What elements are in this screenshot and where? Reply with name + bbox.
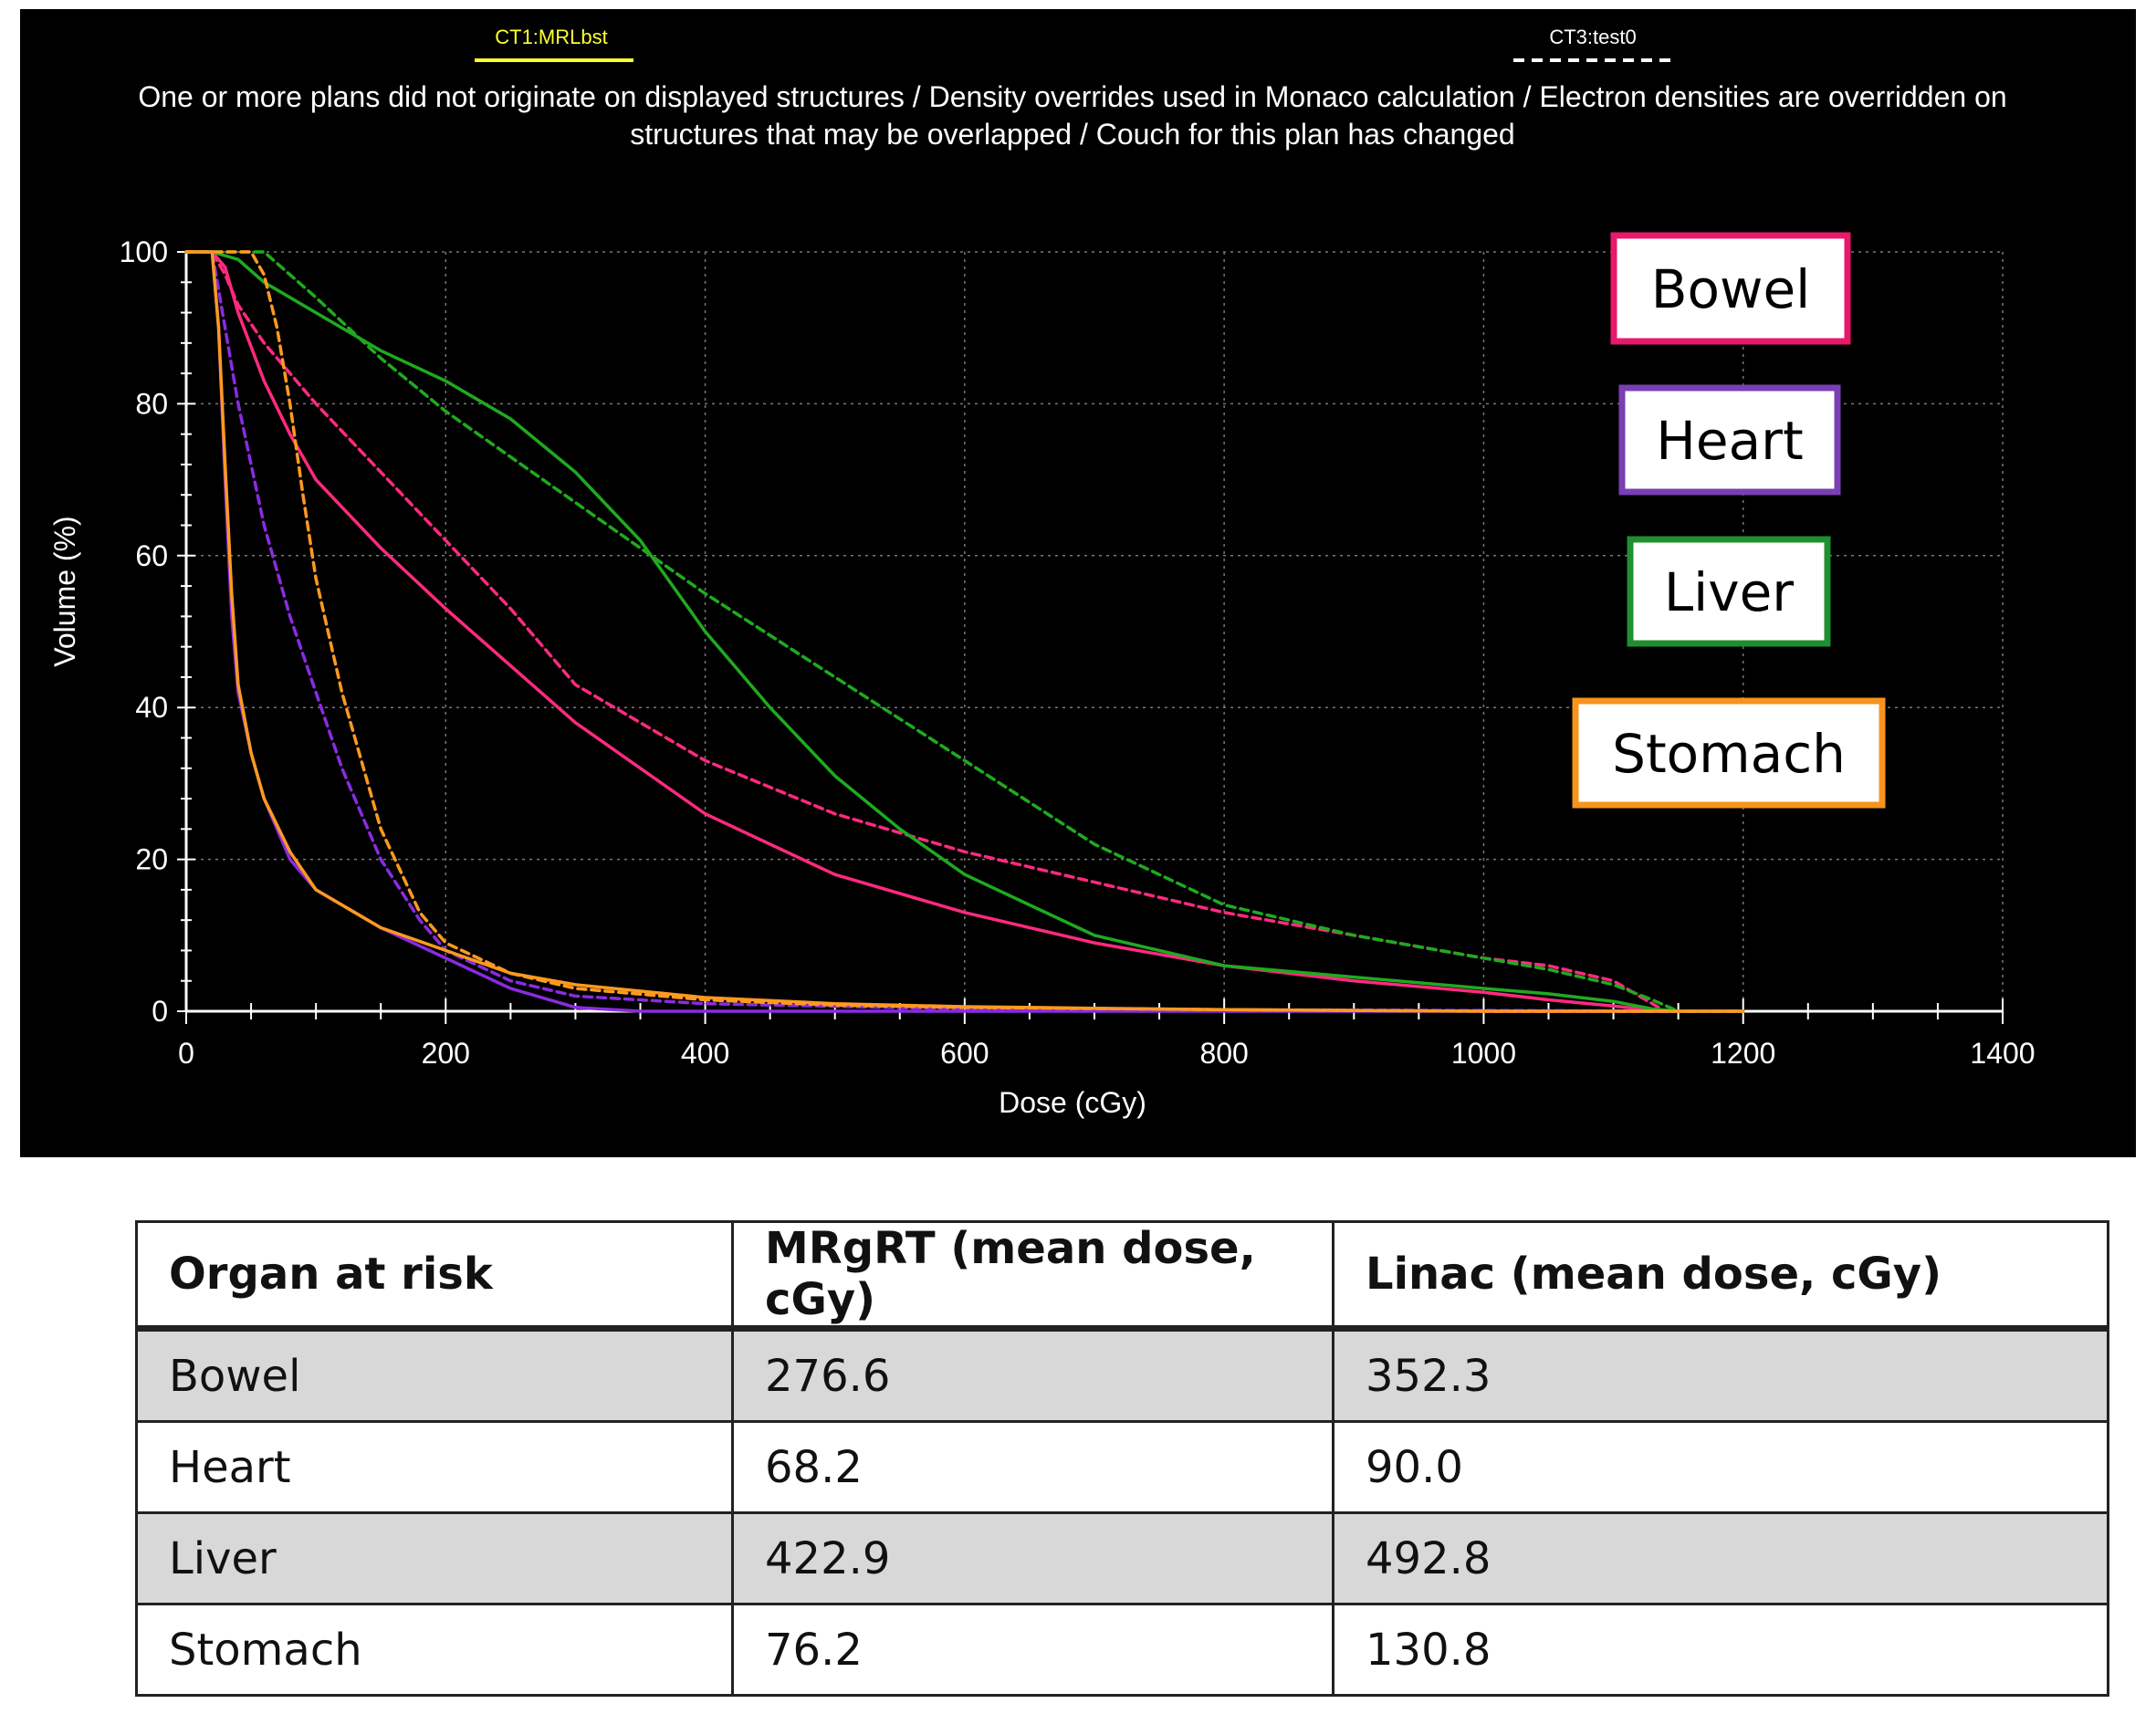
x-tick-labels: 0 200 400 600 800 1000 1200 1400 <box>178 1037 2035 1070</box>
legend-label-stomach: Stomach <box>1612 723 1846 785</box>
y-tick-label: 100 <box>120 235 168 268</box>
x-axis-title: Dose (cGy) <box>999 1086 1146 1119</box>
table-row: Bowel 276.6 352.3 <box>135 1327 2109 1423</box>
x-tick-label: 1000 <box>1451 1037 1516 1070</box>
mean-dose-table: Organ at risk MRgRT (mean dose, cGy) Lin… <box>135 1220 2109 1697</box>
mrgrt-cell: 422.9 <box>731 1511 1334 1605</box>
warning-line-2: structures that may be overlapped / Couc… <box>630 118 1514 151</box>
table-header-row: Organ at risk MRgRT (mean dose, cGy) Lin… <box>135 1220 2109 1332</box>
linac-cell: 130.8 <box>1332 1603 2109 1697</box>
organ-cell: Liver <box>135 1511 734 1605</box>
mrgrt-cell: 276.6 <box>731 1327 1334 1423</box>
table-row: Stomach 76.2 130.8 <box>135 1603 2109 1697</box>
plan-tag-ct3[interactable]: CT3:test0 <box>1549 26 1636 48</box>
legend-label-liver: Liver <box>1664 561 1794 623</box>
warning-line-1: One or more plans did not originate on d… <box>138 80 2006 113</box>
x-tick-label: 0 <box>178 1037 194 1070</box>
legend-label-heart: Heart <box>1656 410 1803 472</box>
x-tick-label: 600 <box>940 1037 989 1070</box>
mrgrt-cell: 68.2 <box>731 1420 1334 1514</box>
table-row: Heart 68.2 90.0 <box>135 1420 2109 1514</box>
y-tick-labels: 0 20 40 60 80 100 <box>120 235 168 1028</box>
organ-cell: Stomach <box>135 1603 734 1697</box>
y-tick-label: 80 <box>135 387 168 420</box>
table-row: Liver 422.9 492.8 <box>135 1511 2109 1605</box>
y-axis-title: Volume (%) <box>48 516 81 666</box>
x-tick-label: 800 <box>1199 1037 1248 1070</box>
linac-cell: 352.3 <box>1332 1327 2109 1423</box>
linac-cell: 492.8 <box>1332 1511 2109 1605</box>
y-tick-label: 40 <box>135 691 168 724</box>
linac-cell: 90.0 <box>1332 1420 2109 1514</box>
y-tick-label: 20 <box>135 843 168 876</box>
x-tick-label: 1200 <box>1711 1037 1775 1070</box>
x-tick-label: 200 <box>422 1037 470 1070</box>
x-tick-label: 1400 <box>1970 1037 2035 1070</box>
x-tick-label: 400 <box>681 1037 729 1070</box>
legend: Bowel Heart Liver Stomach <box>1572 232 1886 809</box>
dvh-chart: CT1:MRLbst CT3:test0 One or more plans d… <box>48 26 2036 1119</box>
organ-cell: Heart <box>135 1420 734 1514</box>
y-tick-label: 60 <box>135 539 168 572</box>
y-tick-label: 0 <box>152 995 168 1028</box>
organ-cell: Bowel <box>135 1327 734 1423</box>
header-linac: Linac (mean dose, cGy) <box>1332 1220 2109 1332</box>
dvh-chart-panel: CT1:MRLbst CT3:test0 One or more plans d… <box>20 9 2136 1157</box>
plan-tags: CT1:MRLbst CT3:test0 <box>475 26 1674 62</box>
mrgrt-cell: 76.2 <box>731 1603 1334 1697</box>
legend-label-bowel: Bowel <box>1651 258 1811 320</box>
header-organ: Organ at risk <box>135 1220 734 1332</box>
header-mrgrt: MRgRT (mean dose, cGy) <box>731 1220 1334 1332</box>
plan-tag-ct1[interactable]: CT1:MRLbst <box>495 26 607 48</box>
